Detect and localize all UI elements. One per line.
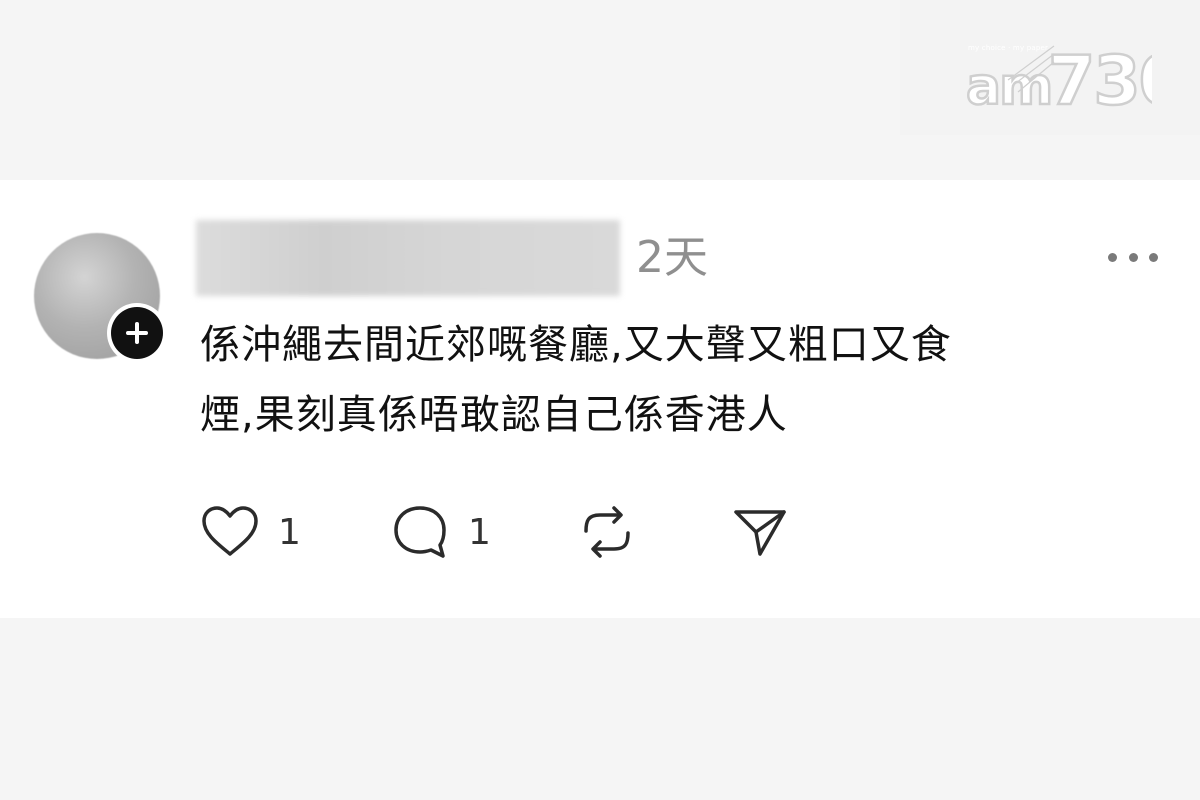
- follow-badge-inner: [111, 307, 163, 359]
- page: am 730 my choice · my paper 2天 係沖繩去間近郊嘅餐…: [0, 0, 1200, 800]
- plus-icon: [126, 322, 148, 344]
- follow-button[interactable]: [107, 303, 167, 363]
- post-text-line: 煙,果刻真係唔敢認自己係香港人: [200, 392, 788, 438]
- more-icon-dot: [1149, 252, 1158, 262]
- post-text: 係沖繩去間近郊嘅餐廳,又大聲又粗口又食 煙,果刻真係唔敢認自己係香港人: [200, 310, 1160, 450]
- svg-text:730: 730: [1048, 42, 1152, 110]
- more-options-button[interactable]: [1108, 240, 1158, 274]
- post-text-line: 係沖繩去間近郊嘅餐廳,又大聲又粗口又食: [200, 322, 952, 368]
- reply-button[interactable]: 1: [390, 500, 491, 564]
- share-button[interactable]: [730, 500, 790, 564]
- repost-icon: [584, 506, 630, 558]
- post-timestamp: 2天: [636, 232, 708, 283]
- svg-text:am: am: [966, 57, 1051, 110]
- more-icon-dot: [1108, 252, 1117, 262]
- like-count: 1: [278, 511, 301, 553]
- username-blurred[interactable]: [196, 220, 620, 296]
- send-icon: [734, 510, 786, 556]
- action-bar: 1 1: [200, 500, 820, 564]
- heart-icon: [202, 506, 258, 556]
- repost-button[interactable]: [576, 500, 638, 564]
- like-button[interactable]: 1: [200, 500, 301, 564]
- comment-icon: [394, 506, 446, 558]
- reply-count: 1: [468, 511, 491, 553]
- more-icon-dot: [1128, 252, 1138, 262]
- logo-tagline: my choice · my paper: [968, 44, 1049, 52]
